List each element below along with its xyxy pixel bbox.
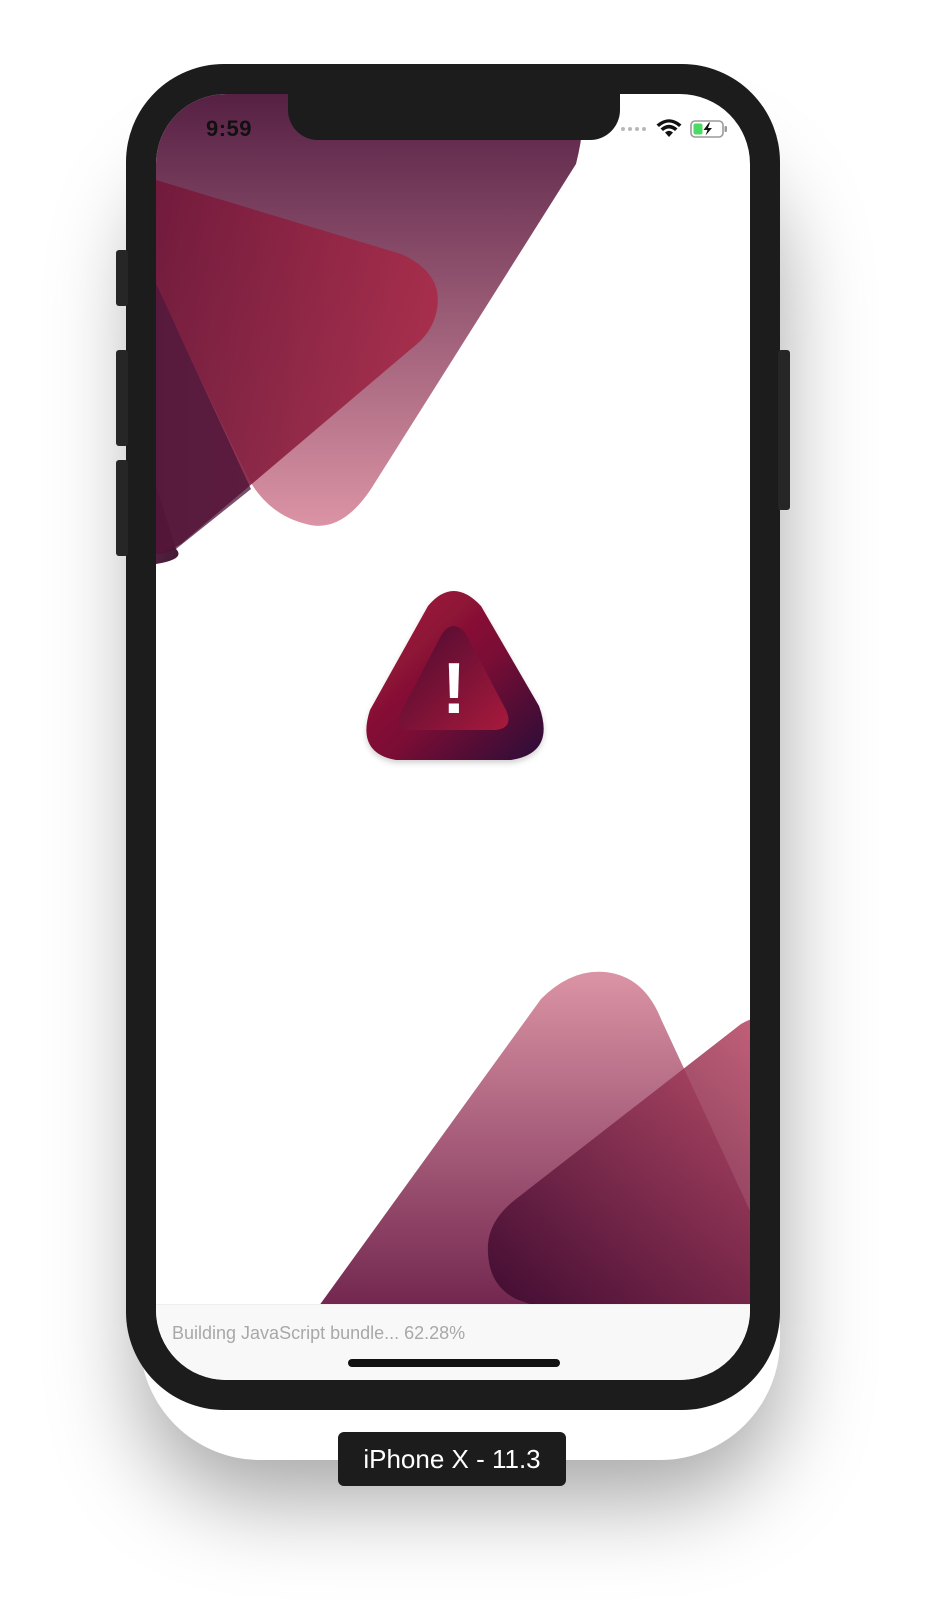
- status-time: 9:59: [206, 116, 253, 141]
- volume-up-button: [116, 350, 128, 446]
- device-label: iPhone X - 11.3: [338, 1432, 566, 1486]
- wifi-icon: [656, 119, 682, 137]
- screen-notch: [288, 94, 620, 140]
- mute-switch: [116, 250, 128, 306]
- signal-dots-icon: [621, 127, 646, 131]
- warning-triangle-icon: !: [366, 591, 544, 760]
- volume-down-button: [116, 460, 128, 556]
- home-indicator[interactable]: [348, 1359, 560, 1367]
- bundle-status-text: Building JavaScript bundle... 62.28%: [172, 1323, 466, 1343]
- power-button: [778, 350, 790, 510]
- device-screen: 9:59 ! Building JavaScript bundle... 62.…: [156, 94, 750, 1380]
- warning-glyph: !: [442, 649, 466, 729]
- status-icons: [620, 118, 728, 140]
- simulator-stage: 9:59 ! Building JavaScript bundle... 62.…: [0, 0, 928, 1608]
- battery-charging-icon: [690, 120, 727, 138]
- bundle-status-bar: Building JavaScript bundle... 62.28%: [156, 1304, 750, 1380]
